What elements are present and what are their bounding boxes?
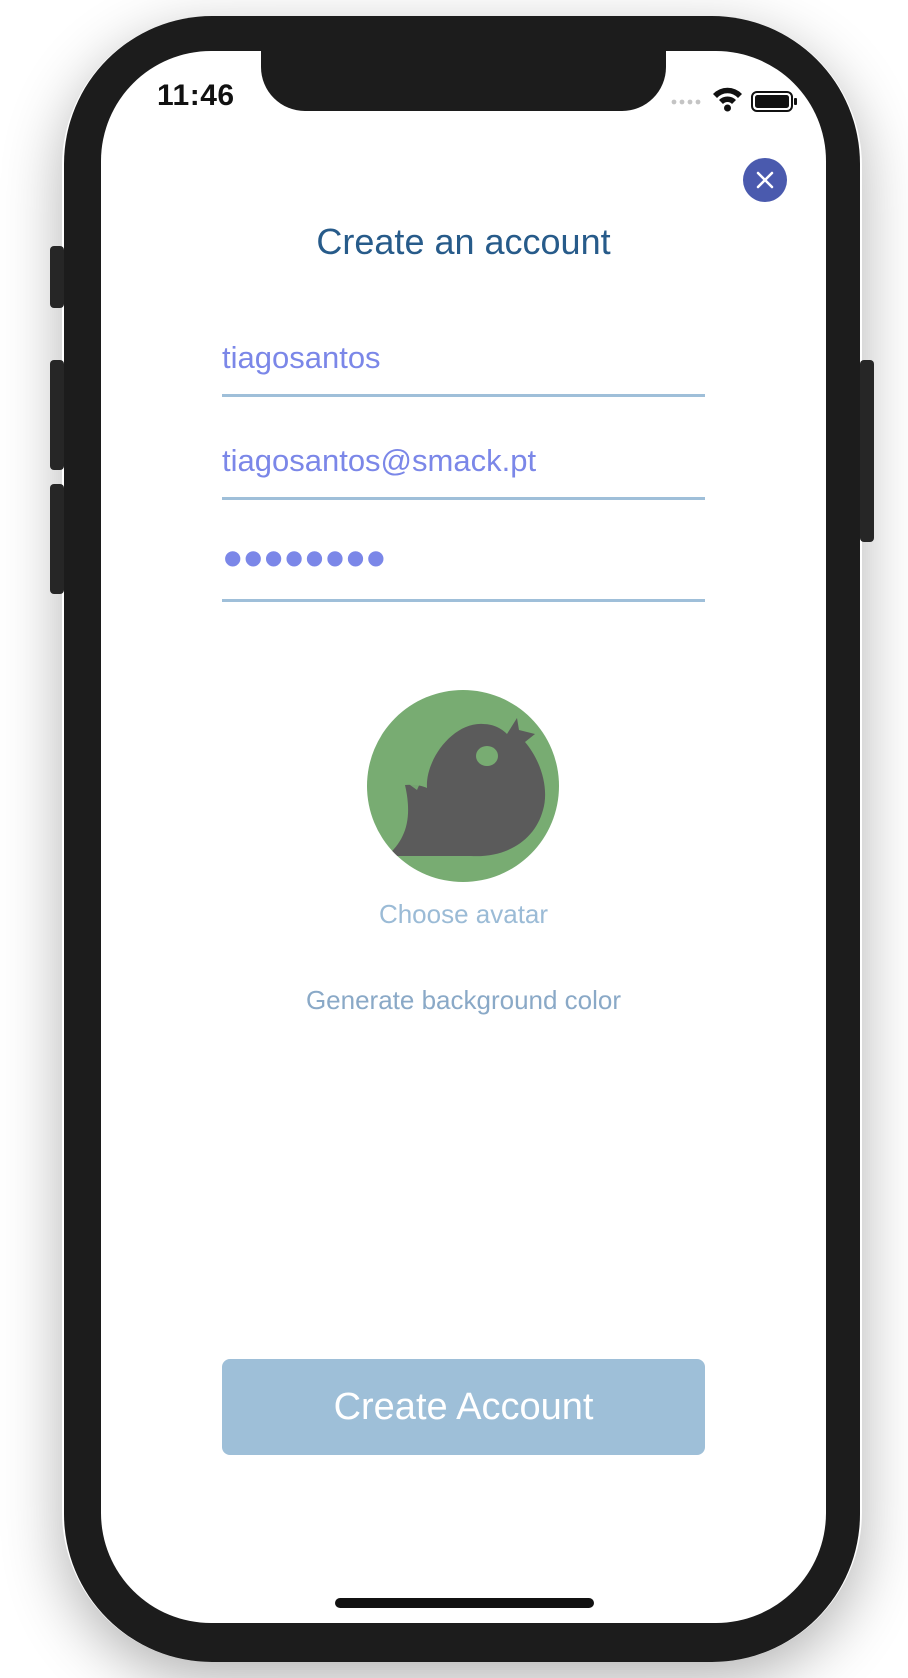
volume-up-button bbox=[50, 360, 64, 470]
status-icons bbox=[671, 87, 797, 112]
password-masked-value: ●●●●●●●● bbox=[224, 545, 388, 569]
notch bbox=[261, 51, 666, 111]
username-value: tiagosantos bbox=[222, 340, 381, 375]
power-button bbox=[860, 360, 874, 542]
battery-icon bbox=[751, 91, 797, 112]
volume-down-button bbox=[50, 484, 64, 594]
wifi-icon bbox=[713, 87, 742, 112]
create-account-button[interactable]: Create Account bbox=[222, 1359, 705, 1455]
avatar-picker[interactable] bbox=[367, 690, 559, 882]
email-field[interactable]: tiagosantos@smack.pt bbox=[222, 431, 705, 500]
password-field[interactable]: ●●●●●●●● bbox=[222, 533, 705, 602]
username-field[interactable]: tiagosantos bbox=[222, 328, 705, 397]
close-button[interactable] bbox=[743, 158, 787, 202]
page-title: Create an account bbox=[316, 221, 611, 262]
mute-switch bbox=[50, 246, 64, 308]
generate-background-color-link[interactable]: Generate background color bbox=[101, 985, 826, 1016]
choose-avatar-link[interactable]: Choose avatar bbox=[101, 899, 826, 930]
status-time: 11:46 bbox=[157, 79, 235, 112]
email-value: tiagosantos@smack.pt bbox=[222, 443, 537, 478]
signal-dots-icon bbox=[671, 99, 701, 105]
close-icon bbox=[756, 171, 774, 189]
device-frame-stage: 11:46 Create an account tiagosantos tiag… bbox=[0, 0, 908, 1678]
app-screen: 11:46 Create an account tiagosantos tiag… bbox=[101, 51, 826, 1623]
home-indicator bbox=[335, 1598, 594, 1608]
bird-avatar-icon bbox=[387, 718, 546, 857]
